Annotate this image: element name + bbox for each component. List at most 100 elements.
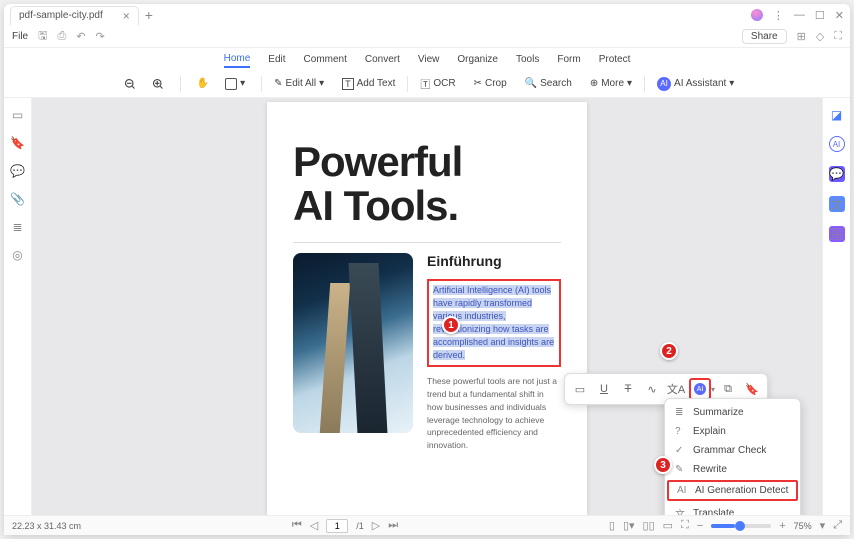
zoom-out-button[interactable] (118, 75, 142, 93)
menu-rewrite[interactable]: ✎Rewrite (665, 460, 800, 479)
article-image (293, 253, 413, 433)
translate-menu-icon: 文 (675, 506, 687, 515)
zoom-slider[interactable] (711, 524, 771, 528)
edit-all-button[interactable]: ✎ Edit All ▾ (268, 75, 330, 92)
add-text-button[interactable]: T Add Text (336, 75, 401, 93)
close-window-icon[interactable]: ✕ (835, 9, 844, 22)
minimize-icon[interactable]: — (794, 9, 805, 21)
expand-icon[interactable]: ⛶ (834, 30, 842, 43)
tab-tools[interactable]: Tools (516, 52, 539, 67)
section-heading: Einführung (427, 253, 561, 269)
fit-page-icon[interactable]: ⤢ (833, 519, 842, 532)
next-page-icon[interactable]: ▷ (372, 519, 380, 532)
ocr-button[interactable]: 🅃 OCR (414, 73, 461, 94)
thumbnails-icon[interactable]: ▭ (12, 108, 23, 122)
menu-summarize[interactable]: ≣Summarize (665, 403, 800, 422)
menu-grammar-check[interactable]: ✓Grammar Check (665, 441, 800, 460)
document-canvas[interactable]: Powerful AI Tools. Einführung Artificial… (32, 98, 822, 515)
box-icon[interactable]: ◇ (816, 30, 824, 43)
left-sidebar: ▭ 🔖 💬 📎 ≣ ◎ (4, 98, 32, 515)
tab-organize[interactable]: Organize (457, 52, 498, 67)
pdf-page: Powerful AI Tools. Einführung Artificial… (267, 102, 587, 515)
panel-toggle-icon[interactable]: ◪ (831, 108, 842, 122)
save-icon[interactable]: 🖫 (38, 27, 47, 46)
menu-ai-generation-detect[interactable]: AIAI Generation Detect (667, 480, 798, 501)
two-page-icon[interactable]: ▯▯ (643, 519, 655, 532)
ai-assistant-button[interactable]: AI AI Assistant ▾ (651, 74, 740, 94)
close-tab-icon[interactable]: × (123, 9, 130, 23)
title-bar: pdf-sample-city.pdf × + ⋮ — ☐ ✕ (4, 4, 850, 26)
main-area: ▭ 🔖 💬 📎 ≣ ◎ Powerful AI Tools. Einführun… (4, 98, 850, 515)
zoom-in-sb-icon[interactable]: + (779, 520, 785, 532)
kebab-menu-icon[interactable]: ⋮ (773, 9, 784, 22)
image-panel-icon[interactable]: 🖼 (829, 226, 845, 242)
translate-icon[interactable]: 文A (665, 378, 687, 400)
new-tab-button[interactable]: + (145, 7, 153, 23)
strikethrough-icon[interactable]: T (617, 378, 639, 400)
body-text: These powerful tools are not just a tren… (427, 375, 561, 452)
fields-icon[interactable]: ◎ (12, 248, 22, 262)
fullscreen-icon[interactable]: ⛶ (681, 519, 689, 532)
tab-edit[interactable]: Edit (268, 52, 285, 67)
zoom-in-button[interactable] (146, 75, 170, 93)
redo-icon[interactable]: ↷ (96, 30, 105, 43)
select-tool-button[interactable]: ▾ (219, 75, 251, 93)
search-button[interactable]: 🔍 Search (519, 75, 578, 92)
view-controls: ▯ ▯▾ ▯▯ ▭ ⛶ − + 75% ▾ ⤢ (609, 519, 842, 532)
ai-tools-button[interactable]: AI (689, 378, 711, 400)
hand-tool-button[interactable]: ✋ (191, 75, 215, 92)
share-button[interactable]: Share (742, 29, 787, 44)
summarize-icon: ≣ (675, 407, 687, 418)
callout-3: 3 (654, 456, 672, 474)
right-sidebar: ◪ AI 💬 文 🖼 (822, 98, 850, 515)
detect-icon: AI (677, 485, 689, 496)
tab-home[interactable]: Home (224, 51, 251, 68)
crop-button[interactable]: ✂ Crop (468, 75, 513, 92)
grid-icon[interactable]: ⊞ (797, 30, 806, 43)
bookmarks-icon[interactable]: 🔖 (10, 136, 25, 150)
explain-icon: ? (675, 426, 687, 437)
toolbar: ✋ ▾ ✎ Edit All ▾ T Add Text 🅃 OCR ✂ Crop… (4, 70, 850, 98)
tab-comment[interactable]: Comment (304, 52, 347, 67)
prev-page-icon[interactable]: ◁ (310, 519, 318, 532)
read-mode-icon[interactable]: ▭ (663, 519, 673, 532)
last-page-icon[interactable]: ⏭ (388, 519, 398, 532)
zoom-level: 75% (794, 521, 812, 531)
zoom-dropdown-icon[interactable]: ▾ (820, 519, 826, 532)
copy-icon[interactable]: ⧉ (717, 378, 739, 400)
attachments-icon[interactable]: 📎 (10, 192, 25, 206)
window-controls: ⋮ — ☐ ✕ (751, 9, 844, 22)
tab-form[interactable]: Form (557, 52, 580, 67)
menu-explain[interactable]: ?Explain (665, 422, 800, 441)
grammar-icon: ✓ (675, 445, 687, 456)
tab-view[interactable]: View (418, 52, 440, 67)
layers-icon[interactable]: ≣ (12, 220, 22, 234)
tab-protect[interactable]: Protect (599, 52, 631, 67)
comments-icon[interactable]: 💬 (10, 164, 25, 178)
continuous-icon[interactable]: ▯▾ (623, 519, 635, 532)
squiggly-icon[interactable]: ∿ (641, 378, 663, 400)
page-dimensions: 22.23 x 31.43 cm (12, 521, 81, 531)
tab-convert[interactable]: Convert (365, 52, 400, 67)
divider (293, 242, 561, 243)
more-button[interactable]: ⊕ More ▾ (584, 75, 638, 92)
chat-panel-icon[interactable]: 💬 (829, 166, 845, 182)
menu-translate[interactable]: 文Translate (665, 502, 800, 515)
page-nav: ⏮ ◁ /1 ▷ ⏭ (292, 519, 398, 533)
ai-panel-icon[interactable]: AI (829, 136, 845, 152)
print-icon[interactable]: ⎙ (58, 30, 67, 43)
underline-icon[interactable]: U (593, 378, 615, 400)
bookmark-sel-icon[interactable]: 🔖 (741, 378, 763, 400)
page-number-input[interactable] (326, 519, 348, 533)
undo-icon[interactable]: ↶ (76, 30, 85, 43)
first-page-icon[interactable]: ⏮ (292, 519, 302, 532)
ai-dropdown-caret[interactable]: ▾ (711, 385, 715, 394)
ai-dropdown-menu: ≣Summarize ?Explain ✓Grammar Check ✎Rewr… (664, 398, 801, 515)
file-menu[interactable]: File (12, 31, 28, 42)
highlight-icon[interactable]: ▭ (569, 378, 591, 400)
document-tab[interactable]: pdf-sample-city.pdf × (10, 6, 139, 25)
maximize-icon[interactable]: ☐ (815, 9, 825, 22)
zoom-out-sb-icon[interactable]: − (697, 520, 703, 532)
translate-panel-icon[interactable]: 文 (829, 196, 845, 212)
single-page-icon[interactable]: ▯ (609, 519, 615, 532)
